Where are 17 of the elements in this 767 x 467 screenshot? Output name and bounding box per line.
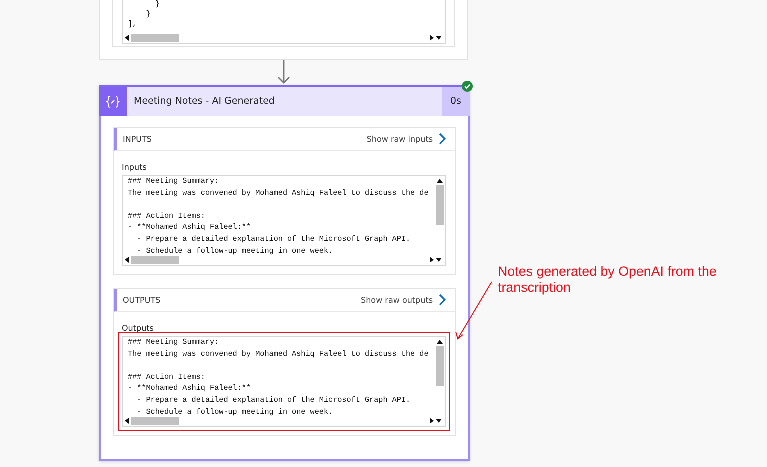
chevron-icon xyxy=(439,294,446,306)
braces-icon xyxy=(106,94,120,108)
section-title: OUTPUTS xyxy=(123,296,161,304)
annotation-text: Notes generated by OpenAI from the transcription xyxy=(498,264,718,296)
show-raw-link[interactable]: Show raw outputs xyxy=(361,294,446,306)
horizontal-scrollbar[interactable] xyxy=(123,416,445,426)
card-title: Meeting Notes - AI Generated xyxy=(133,96,276,107)
duration-label: 0s xyxy=(442,87,470,116)
annotation-arrow xyxy=(455,281,495,343)
section-title: INPUTS xyxy=(123,134,152,144)
horizontal-scrollbar[interactable] xyxy=(123,33,445,43)
horizontal-scrollbar[interactable] xyxy=(123,255,445,265)
field-label: Inputs xyxy=(122,163,148,172)
chevron-icon xyxy=(439,133,446,145)
show-raw-link[interactable]: Show raw inputs xyxy=(366,133,446,145)
field-label: Outputs xyxy=(122,324,155,333)
connector-arrow xyxy=(277,60,291,85)
